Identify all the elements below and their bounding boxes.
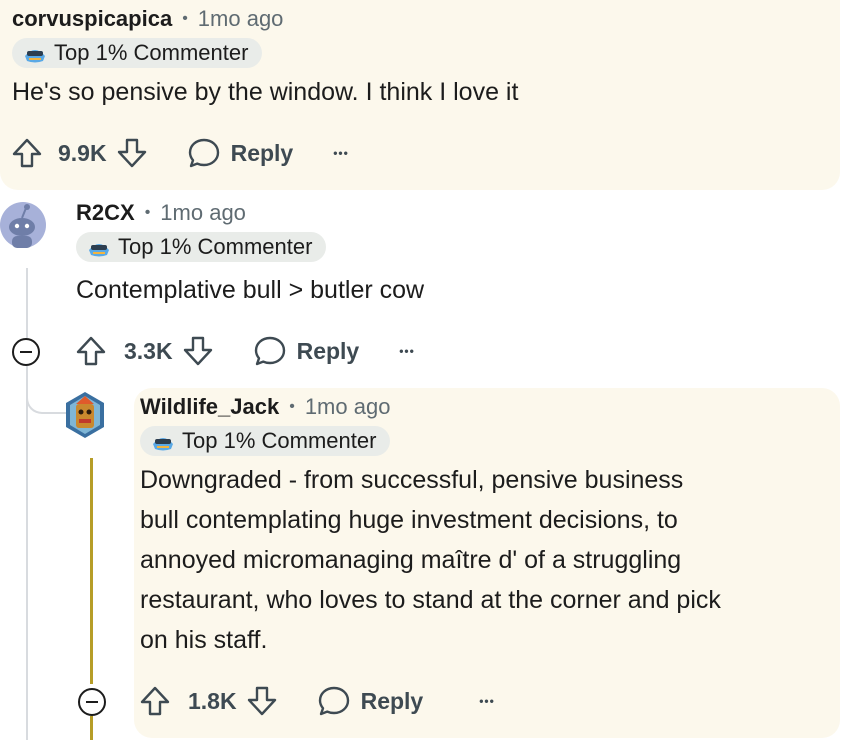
downvote-icon[interactable] [115,136,149,170]
comment-actions: 3.3K Reply ••• [74,332,415,370]
comment-line: bull contemplating huge investment decis… [140,506,678,534]
top-commenter-icon [153,438,173,451]
reply-label: Reply [296,337,360,364]
collapse-icon[interactable] [78,688,106,716]
badge-label: Top 1% Commenter [54,40,249,65]
upvote-icon[interactable] [74,334,108,368]
comment-line: Downgraded - from successful, pensive bu… [140,466,684,494]
top-commenter-badge[interactable]: Top 1% Commenter [76,232,327,262]
thread-line-r2cx-lower [26,366,28,740]
thread-line-wildlife-jack [90,458,93,684]
comment-header: corvuspicapica • 1mo ago [12,6,283,32]
collapse-icon[interactable] [12,338,40,366]
reply-button[interactable]: Reply [253,334,360,368]
snoo-avatar-icon [0,202,46,248]
comment-timestamp[interactable]: 1mo ago [305,394,391,420]
avatar[interactable] [0,200,46,250]
comment-header: R2CX • 1mo ago [76,200,246,226]
downvote-icon[interactable] [245,684,279,718]
comment-line: restaurant, who loves to stand at the co… [140,586,721,614]
vote-count: 1.8K [188,687,237,714]
separator-dot: • [289,398,295,415]
badge-label: Top 1% Commenter [182,428,377,453]
top-commenter-icon [25,50,45,63]
separator-dot: • [144,204,151,221]
reply-bubble-icon [188,138,219,168]
more-options-button[interactable]: ••• [479,694,495,708]
thread-line-wildlife-jack-lower [90,716,93,740]
reply-label: Reply [360,687,424,714]
username-link[interactable]: R2CX [76,200,135,226]
top-commenter-badge[interactable]: Top 1% Commenter [12,38,263,68]
top-commenter-badge[interactable]: Top 1% Commenter [140,426,391,456]
comment-line: annoyed micromanaging maître d' of a str… [140,546,682,574]
comment-line: on his staff. [140,626,268,654]
badge-label: Top 1% Commenter [118,234,313,259]
reply-label: Reply [230,139,294,166]
vote-count: 9.9K [58,139,107,166]
more-options-button[interactable]: ••• [399,344,415,358]
vote-count: 3.3K [124,337,173,364]
comment-header: Wildlife_Jack • 1mo ago [140,394,390,420]
reply-bubble-icon [318,686,349,716]
reply-bubble-icon [254,336,285,366]
comment-timestamp[interactable]: 1mo ago [198,6,284,32]
comment-body: Downgraded - from successful, pensive bu… [140,460,830,660]
upvote-icon[interactable] [10,136,44,170]
comment-actions: 1.8K Reply ••• [138,682,495,720]
top-commenter-icon [89,244,109,257]
comment-body: He's so pensive by the window. I think I… [12,78,519,106]
comment-timestamp[interactable]: 1mo ago [160,200,246,226]
comment-body: Contemplative bull > butler cow [76,276,425,304]
username-link[interactable]: Wildlife_Jack [140,394,279,420]
separator-dot: • [182,10,188,27]
comment-actions: 9.9K Reply ••• [10,134,349,172]
more-options-button[interactable]: ••• [333,146,349,160]
reply-button[interactable]: Reply [317,684,424,718]
downvote-icon[interactable] [181,334,215,368]
upvote-icon[interactable] [138,684,172,718]
avatar[interactable] [62,390,108,440]
thread-line-r2cx [26,268,28,338]
tiki-avatar-icon [66,392,104,438]
username-link[interactable]: corvuspicapica [12,6,172,32]
reply-button[interactable]: Reply [187,136,294,170]
